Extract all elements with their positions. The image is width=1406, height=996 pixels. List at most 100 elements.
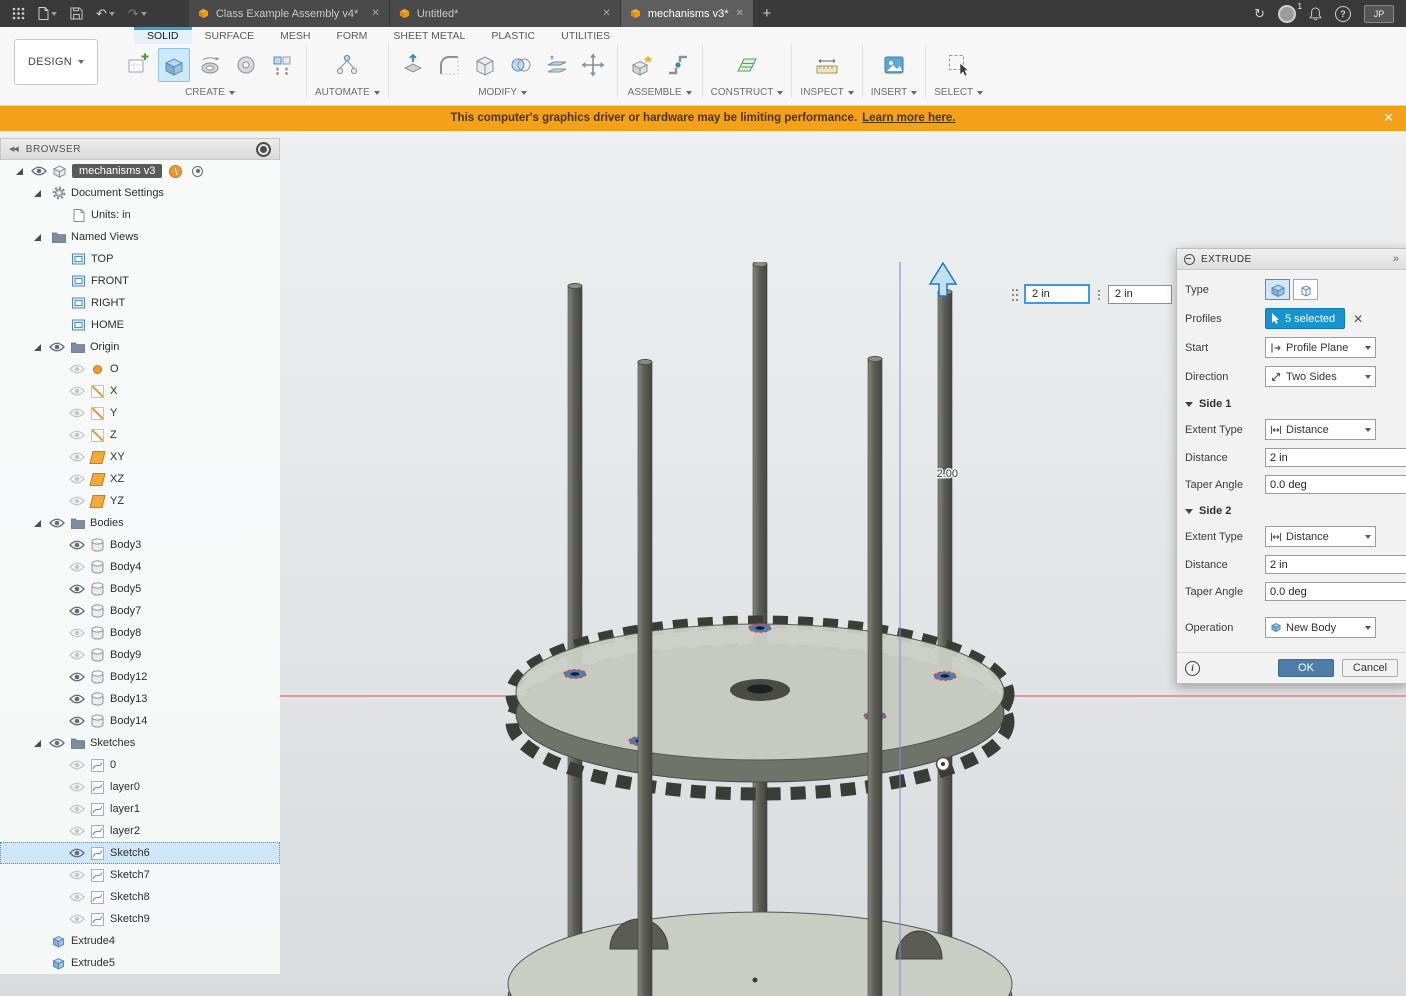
side2-distance-field[interactable] (1265, 555, 1406, 574)
visibility-eye-icon[interactable] (69, 584, 88, 594)
measure-button[interactable] (811, 48, 843, 82)
activate-component-icon[interactable] (192, 166, 203, 177)
shell-button[interactable] (469, 48, 501, 82)
drag-grip-icon[interactable] (1012, 289, 1014, 291)
visibility-eye-icon[interactable] (69, 672, 88, 682)
shaft-front-left[interactable] (638, 359, 652, 996)
tree-item-body[interactable]: Body5 (0, 578, 280, 600)
tree-item-origin-geometry[interactable]: O (0, 358, 280, 380)
move-copy-button[interactable] (577, 48, 609, 82)
automate-group-dropdown[interactable]: AUTOMATE (315, 87, 380, 98)
profile-status-button[interactable]: 1 (1278, 5, 1296, 23)
tree-item-origin-geometry[interactable]: YZ (0, 490, 280, 512)
visibility-eye-icon[interactable] (31, 166, 50, 176)
ribbon-tab[interactable]: SHEET METAL (380, 27, 478, 44)
tree-item-sketch[interactable]: layer0 (0, 776, 280, 798)
ribbon-tab[interactable]: FORM (323, 27, 380, 44)
tree-item-named-view[interactable]: RIGHT (0, 292, 280, 314)
new-tab-button[interactable]: + (754, 0, 780, 27)
visibility-eye-icon[interactable] (69, 826, 88, 836)
construct-group-dropdown[interactable]: CONSTRUCT (711, 87, 784, 98)
extrude-tool-button[interactable] (158, 48, 190, 82)
close-tab-icon[interactable]: ✕ (371, 8, 379, 19)
learn-more-link[interactable]: Learn more here. (862, 112, 955, 124)
expanded-arrow-icon[interactable] (34, 344, 41, 351)
side2-distance-input[interactable] (1108, 285, 1172, 304)
document-tab[interactable]: Untitled* ✕ (390, 0, 621, 27)
expanded-arrow-icon[interactable] (16, 168, 23, 175)
ribbon-tab[interactable]: SOLID (134, 27, 192, 44)
visibility-eye-icon[interactable] (69, 540, 88, 550)
select-group-dropdown[interactable]: SELECT (934, 87, 983, 98)
visibility-eye-icon[interactable] (69, 804, 88, 814)
notifications-button[interactable] (1309, 7, 1322, 21)
construction-plane-button[interactable] (731, 48, 763, 82)
tree-item-body[interactable]: Body14 (0, 710, 280, 732)
create-sketch-button[interactable] (122, 48, 154, 82)
tree-item-named-view[interactable]: TOP (0, 248, 280, 270)
profile-circle[interactable] (749, 624, 771, 632)
modify-group-dropdown[interactable]: MODIFY (478, 87, 527, 98)
ok-button[interactable]: OK (1278, 659, 1334, 677)
visibility-eye-icon[interactable] (49, 738, 68, 748)
close-tab-icon[interactable]: ✕ (736, 8, 744, 19)
document-tab[interactable]: Class Example Assembly v4* ✕ (189, 0, 390, 27)
visibility-eye-icon[interactable] (69, 760, 88, 770)
user-avatar-button[interactable]: JP (1364, 5, 1394, 23)
assemble-group-dropdown[interactable]: ASSEMBLE (628, 87, 692, 98)
side1-extent-dropdown[interactable]: Distance (1265, 419, 1376, 440)
close-tab-icon[interactable]: ✕ (602, 8, 610, 19)
tree-item-origin-geometry[interactable]: XZ (0, 468, 280, 490)
tree-item-sketch[interactable]: layer2 (0, 820, 280, 842)
create-group-dropdown[interactable]: CREATE (185, 87, 235, 98)
tree-item-named-view[interactable]: HOME (0, 314, 280, 336)
dialog-titlebar[interactable]: EXTRUDE » (1177, 249, 1406, 270)
workspace-switcher[interactable]: DESIGN (14, 39, 98, 85)
tree-item-sketch[interactable]: layer1 (0, 798, 280, 820)
tree-folder-origin[interactable]: Origin (0, 336, 280, 358)
tree-item-sketch[interactable]: Sketch7 (0, 864, 280, 886)
ribbon-tab[interactable]: PLASTIC (478, 27, 548, 44)
shaft-back-left[interactable] (568, 283, 582, 991)
pattern-tool-button[interactable] (266, 48, 298, 82)
help-button[interactable]: ? (1335, 6, 1351, 22)
tree-item-feature-extrude[interactable]: Extrude4 (0, 930, 280, 952)
joint-button[interactable] (662, 48, 694, 82)
revolve-tool-button[interactable] (194, 48, 226, 82)
gear-body[interactable] (512, 622, 1008, 794)
visibility-eye-icon[interactable] (69, 496, 88, 506)
drag-handle-icon[interactable] (1098, 290, 1100, 292)
tree-item-origin-geometry[interactable]: Z (0, 424, 280, 446)
visibility-eye-icon[interactable] (69, 892, 88, 902)
collapse-panel-icon[interactable]: ◀◀ (9, 145, 18, 153)
app-grid-icon[interactable] (12, 7, 25, 20)
visibility-eye-icon[interactable] (69, 716, 88, 726)
base-plate[interactable] (508, 912, 1012, 996)
visibility-eye-icon[interactable] (49, 518, 68, 528)
new-component-button[interactable] (626, 48, 658, 82)
save-button[interactable] (70, 7, 83, 20)
visibility-eye-icon[interactable] (69, 408, 88, 418)
ribbon-tab[interactable]: MESH (267, 27, 323, 44)
profiles-selection-chip[interactable]: 5 selected (1265, 308, 1345, 329)
offset-face-button[interactable] (541, 48, 573, 82)
select-button[interactable] (943, 48, 975, 82)
coil-tool-button[interactable] (230, 48, 262, 82)
dialog-expand-icon[interactable]: » (1393, 253, 1399, 265)
expanded-arrow-icon[interactable] (34, 740, 41, 747)
side2-section-header[interactable]: Side 2 (1185, 505, 1398, 517)
tree-item-origin-geometry[interactable]: Y (0, 402, 280, 424)
visibility-eye-icon[interactable] (69, 848, 88, 858)
tree-item-origin-geometry[interactable]: XY (0, 446, 280, 468)
undo-button[interactable]: ↶ (96, 7, 115, 20)
press-pull-button[interactable] (397, 48, 429, 82)
cancel-button[interactable]: Cancel (1342, 659, 1398, 677)
ribbon-tab[interactable]: UTILITIES (548, 27, 623, 44)
profile-circle[interactable] (934, 672, 956, 680)
tree-item-feature-extrude[interactable]: Extrude5 (0, 952, 280, 974)
document-tab[interactable]: mechanisms v3* ✕ (621, 0, 754, 27)
expanded-arrow-icon[interactable] (34, 190, 41, 197)
tree-item-named-view[interactable]: FRONT (0, 270, 280, 292)
ribbon-tab[interactable]: SURFACE (192, 27, 268, 44)
file-menu-button[interactable] (38, 7, 57, 20)
